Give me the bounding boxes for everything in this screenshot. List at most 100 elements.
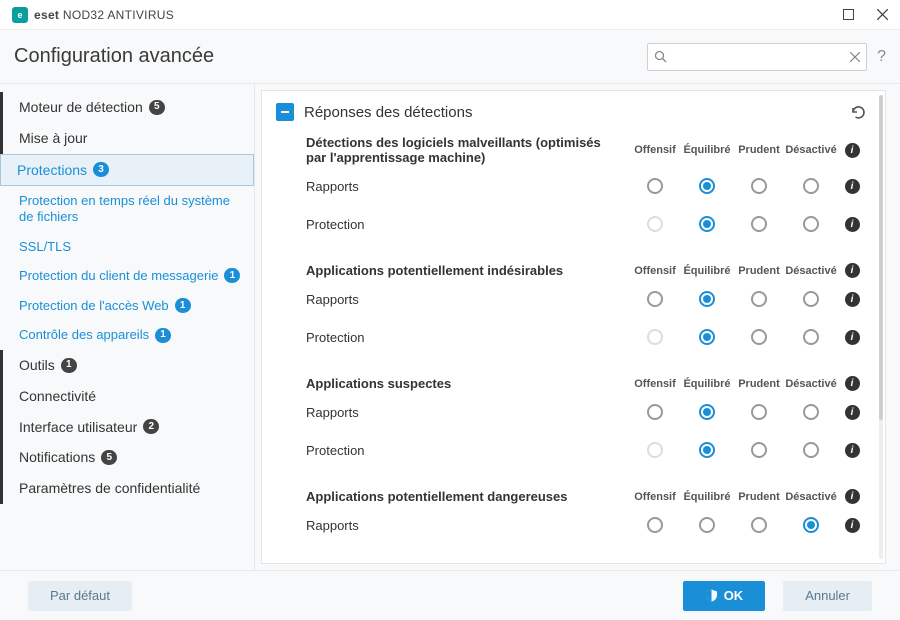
logo-icon: e <box>12 7 28 23</box>
sidebar-item-label: SSL/TLS <box>19 239 71 255</box>
sidebar-item-label: Protection du client de messagerie <box>19 268 218 284</box>
info-icon[interactable]: i <box>837 179 867 194</box>
sidebar-item[interactable]: Protection du client de messagerie 1 <box>0 261 254 291</box>
shield-icon <box>705 589 718 602</box>
radio-option[interactable] <box>803 291 819 307</box>
radio-option[interactable] <box>751 442 767 458</box>
sidebar-badge: 1 <box>155 328 171 343</box>
cancel-button[interactable]: Annuler <box>783 581 872 611</box>
radio-option[interactable] <box>751 404 767 420</box>
radio-option[interactable] <box>647 404 663 420</box>
radio-option[interactable] <box>699 178 715 194</box>
window-close-button[interactable] <box>872 5 892 25</box>
radio-option[interactable] <box>803 517 819 533</box>
info-icon[interactable]: i <box>837 405 867 420</box>
info-icon[interactable]: i <box>837 143 867 158</box>
group-header: Applications potentiellement dangereuses… <box>306 489 867 504</box>
info-icon[interactable]: i <box>837 292 867 307</box>
sidebar-item[interactable]: Contrôle des appareils 1 <box>0 320 254 350</box>
setting-label: Rapports <box>306 179 629 194</box>
radio-option[interactable] <box>751 329 767 345</box>
page-title: Configuration avancée <box>14 45 214 68</box>
brand-text: eset NOD32 ANTIVIRUS <box>34 8 174 22</box>
radio-option[interactable] <box>699 404 715 420</box>
setting-label: Protection <box>306 217 629 232</box>
column-header: Offensif <box>629 491 681 503</box>
radio-option[interactable] <box>699 517 715 533</box>
sidebar-item-label: Interface utilisateur <box>19 419 137 436</box>
radio-option[interactable] <box>751 216 767 232</box>
sidebar-item[interactable]: Outils1 <box>0 350 254 381</box>
footer: Par défaut OK Annuler <box>0 570 900 620</box>
sidebar-badge: 1 <box>224 268 240 283</box>
radio-option[interactable] <box>803 178 819 194</box>
sidebar-item-label: Protection en temps réel du système de f… <box>19 193 242 224</box>
sidebar-item[interactable]: Paramètres de confidentialité <box>0 473 254 504</box>
ok-button[interactable]: OK <box>683 581 766 611</box>
column-header: Offensif <box>629 144 681 156</box>
sidebar-item-label: Protection de l'accès Web <box>19 298 169 314</box>
collapse-button[interactable] <box>276 103 294 121</box>
column-header: Désactivé <box>785 378 837 390</box>
column-header: Désactivé <box>785 491 837 503</box>
column-header: Désactivé <box>785 265 837 277</box>
sidebar-item[interactable]: Notifications5 <box>0 442 254 473</box>
setting-row: Rapportsi <box>306 280 867 318</box>
group-header: Applications suspectesOffensifÉquilibréP… <box>306 376 867 391</box>
radio-option[interactable] <box>699 291 715 307</box>
sidebar-item[interactable]: Mise à jour <box>0 123 254 154</box>
radio-option[interactable] <box>647 517 663 533</box>
column-header: Équilibré <box>681 265 733 277</box>
info-icon[interactable]: i <box>837 330 867 345</box>
undo-button[interactable] <box>849 103 867 121</box>
scrollbar[interactable] <box>879 95 883 559</box>
sidebar-item[interactable]: Protection de l'accès Web1 <box>0 291 254 321</box>
sidebar-item[interactable]: Interface utilisateur2 <box>0 412 254 443</box>
sidebar-item-label: Connectivité <box>19 388 96 405</box>
sidebar-item[interactable]: Protections3 <box>0 154 254 187</box>
group-title: Détections des logiciels malveillants (o… <box>306 135 629 165</box>
radio-option[interactable] <box>647 178 663 194</box>
radio-option[interactable] <box>803 404 819 420</box>
column-header: Prudent <box>733 265 785 277</box>
search-input[interactable] <box>667 50 850 64</box>
sidebar-item[interactable]: Connectivité <box>0 381 254 412</box>
search-icon <box>654 50 667 63</box>
setting-row: Rapports i <box>306 167 867 205</box>
radio-option <box>647 216 663 232</box>
radio-option[interactable] <box>751 517 767 533</box>
radio-option[interactable] <box>647 291 663 307</box>
window-maximize-button[interactable] <box>838 5 858 25</box>
radio-option[interactable] <box>803 329 819 345</box>
section-title: Réponses des détections <box>304 104 472 121</box>
sidebar-item[interactable]: Moteur de détection5 <box>0 92 254 123</box>
info-icon[interactable]: i <box>837 217 867 232</box>
column-header: Désactivé <box>785 144 837 156</box>
group-title: Applications potentiellement dangereuses <box>306 489 629 504</box>
default-button[interactable]: Par défaut <box>28 581 132 611</box>
sidebar-item-label: Protections <box>17 162 87 179</box>
search-box[interactable] <box>647 43 867 71</box>
sidebar-item[interactable]: SSL/TLS <box>0 232 254 262</box>
radio-option[interactable] <box>699 216 715 232</box>
scrollbar-thumb[interactable] <box>879 95 883 420</box>
radio-option[interactable] <box>699 442 715 458</box>
radio-option <box>647 442 663 458</box>
sidebar-item-label: Outils <box>19 357 55 374</box>
radio-option[interactable] <box>751 291 767 307</box>
sidebar-item[interactable]: Protection en temps réel du système de f… <box>0 186 254 231</box>
info-icon[interactable]: i <box>837 443 867 458</box>
setting-label: Protection <box>306 330 629 345</box>
help-button[interactable]: ? <box>877 48 886 66</box>
info-icon[interactable]: i <box>837 518 867 533</box>
info-icon[interactable]: i <box>837 263 867 278</box>
clear-search-icon[interactable] <box>850 52 860 62</box>
info-icon[interactable]: i <box>837 376 867 391</box>
info-icon[interactable]: i <box>837 489 867 504</box>
radio-option[interactable] <box>699 329 715 345</box>
sidebar-item-label: Contrôle des appareils <box>19 327 149 343</box>
radio-option[interactable] <box>803 442 819 458</box>
content-panel: Réponses des détections Détections des lo… <box>261 90 886 564</box>
radio-option[interactable] <box>803 216 819 232</box>
radio-option[interactable] <box>751 178 767 194</box>
